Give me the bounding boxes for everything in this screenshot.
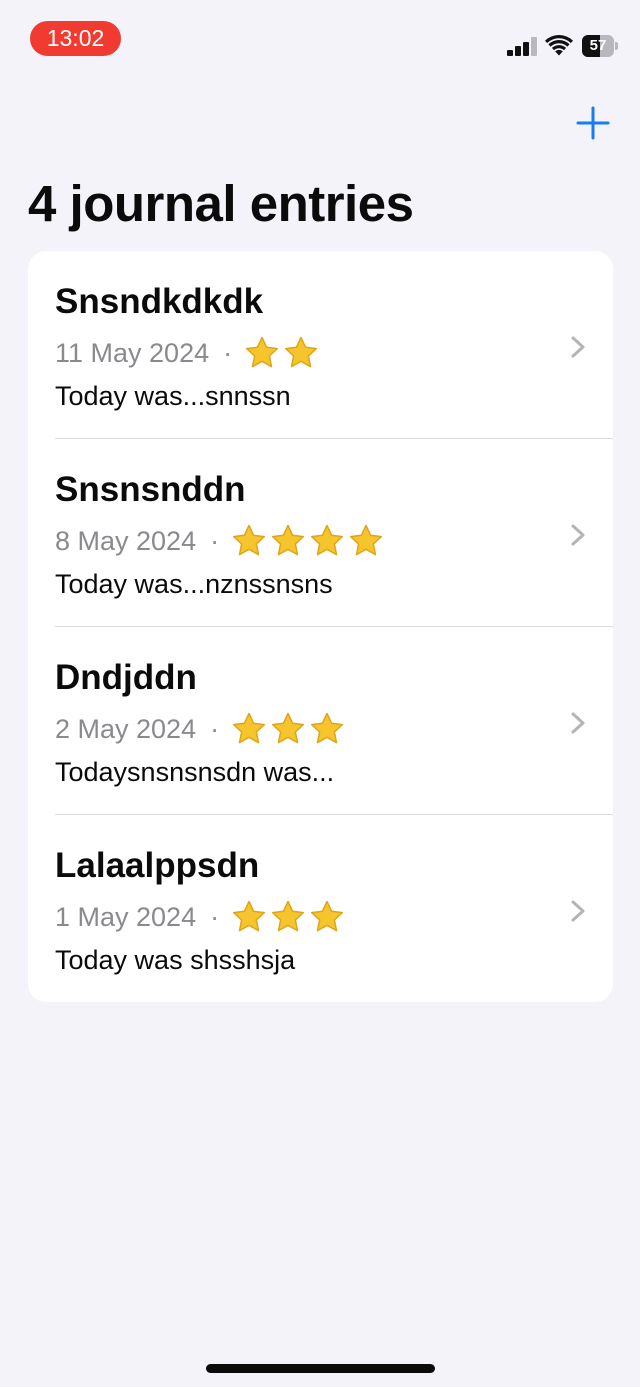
chevron-right-icon bbox=[571, 336, 585, 358]
home-indicator[interactable] bbox=[206, 1364, 435, 1373]
star-icon bbox=[311, 900, 344, 932]
entry-preview: Today was...snnssn bbox=[55, 381, 291, 411]
star-icon bbox=[285, 336, 318, 368]
page-title: 4 journal entries bbox=[28, 175, 414, 232]
star-icon bbox=[246, 336, 279, 368]
entry-rating bbox=[231, 711, 348, 747]
meta-separator: · bbox=[210, 901, 220, 932]
entry-date: 1 May 2024 bbox=[55, 901, 197, 932]
entry-preview: Today was...nznssnsns bbox=[55, 569, 333, 599]
journal-entry-row[interactable]: Snsndkdkdk 11 May 2024 · Today was...snn… bbox=[28, 251, 613, 439]
entry-preview: Today was shsshsja bbox=[55, 945, 296, 975]
star-icon bbox=[233, 900, 266, 932]
journal-screen: 13:02 57 4 journal entries Snsndkdkdk 11… bbox=[0, 0, 640, 1387]
entry-rating bbox=[244, 335, 322, 371]
entry-title: Snsndkdkdk bbox=[55, 282, 264, 321]
entry-date: 8 May 2024 bbox=[55, 525, 197, 556]
star-icon bbox=[272, 900, 305, 932]
entry-rating bbox=[231, 899, 348, 935]
chevron-right-icon bbox=[571, 712, 585, 734]
journal-entry-row[interactable]: Snsnsnddn 8 May 2024 · Today was...nznss… bbox=[28, 439, 613, 627]
entry-meta: 1 May 2024 · bbox=[55, 895, 348, 939]
plus-icon[interactable] bbox=[574, 104, 612, 142]
entry-date: 2 May 2024 bbox=[55, 713, 197, 744]
meta-separator: · bbox=[210, 713, 220, 744]
meta-separator: · bbox=[210, 525, 220, 556]
journal-entry-row[interactable]: Dndjddn 2 May 2024 · Todaysnsnsnsdn was.… bbox=[28, 627, 613, 815]
journal-entries-list: Snsndkdkdk 11 May 2024 · Today was...snn… bbox=[28, 251, 613, 1002]
entry-date: 11 May 2024 bbox=[55, 337, 210, 368]
entry-title: Lalaalppsdn bbox=[55, 846, 260, 885]
wifi-icon bbox=[545, 35, 573, 56]
star-icon bbox=[350, 524, 383, 556]
star-icon bbox=[233, 712, 266, 744]
entry-meta: 8 May 2024 · bbox=[55, 519, 387, 563]
entry-preview: Todaysnsnsnsdn was... bbox=[55, 757, 335, 787]
meta-separator: · bbox=[223, 337, 233, 368]
cellular-signal-icon bbox=[507, 36, 539, 56]
journal-entry-row[interactable]: Lalaalppsdn 1 May 2024 · Today was shssh… bbox=[28, 815, 613, 1002]
entry-meta: 11 May 2024 · bbox=[55, 331, 322, 375]
entry-meta: 2 May 2024 · bbox=[55, 707, 348, 751]
star-icon bbox=[272, 712, 305, 744]
star-icon bbox=[233, 524, 266, 556]
entry-rating bbox=[231, 523, 387, 559]
chevron-right-icon bbox=[571, 524, 585, 546]
entry-title: Snsnsnddn bbox=[55, 470, 246, 509]
star-icon bbox=[311, 712, 344, 744]
status-time[interactable]: 13:02 bbox=[30, 21, 121, 56]
battery-level-text: 57 bbox=[589, 37, 607, 54]
entry-title: Dndjddn bbox=[55, 658, 197, 697]
star-icon bbox=[272, 524, 305, 556]
battery-icon: 57 bbox=[582, 35, 618, 57]
chevron-right-icon bbox=[571, 900, 585, 922]
star-icon bbox=[311, 524, 344, 556]
